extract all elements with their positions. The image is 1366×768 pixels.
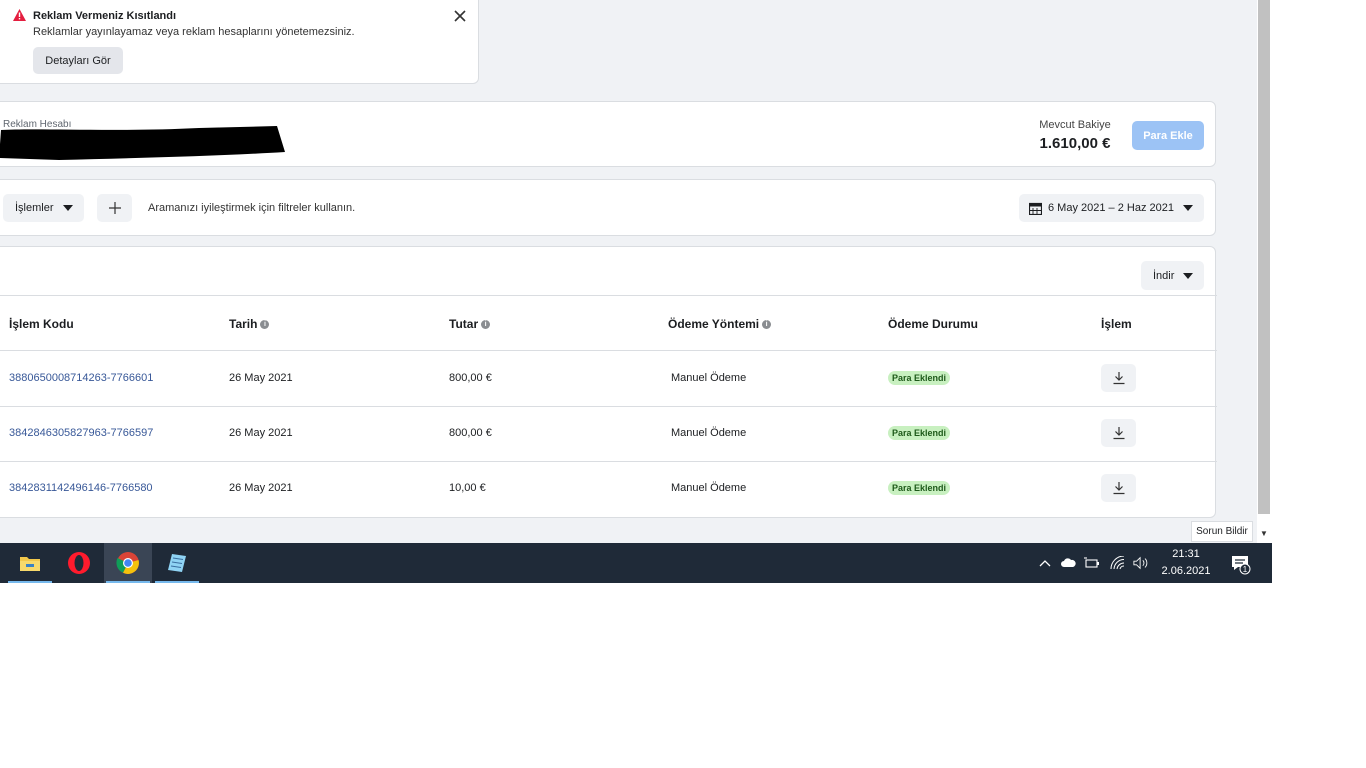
header-status: Ödeme Durumu [888, 317, 978, 331]
notification-icon: 1 [1232, 556, 1251, 575]
details-button[interactable]: Detayları Gör [33, 47, 123, 74]
scrollbar-thumb[interactable] [1258, 0, 1270, 514]
download-receipt-button[interactable] [1101, 474, 1136, 502]
transactions-table: İndir İşlem Kodu Tarih i Tutar i Ödeme Yön… [0, 246, 1217, 518]
active-indicator [106, 581, 150, 583]
redacted-account-name [0, 126, 285, 160]
payment-method: Manuel Ödeme [671, 427, 747, 439]
header-status-label: Ödeme Durumu [888, 317, 979, 331]
report-problem-button[interactable]: Sorun Bildir [1191, 521, 1253, 542]
transaction-code-link[interactable]: 3842846305827963-7766597 [9, 427, 153, 439]
table-row: 3880650008714263-7766601 26 May 2021 800… [0, 351, 1217, 406]
scroll-down-arrow-icon[interactable]: ▼ [1257, 524, 1271, 543]
transaction-amount: 800,00 € [449, 372, 492, 384]
download-dropdown-label: İndir [1153, 269, 1175, 282]
download-icon [1113, 372, 1124, 385]
date-range-picker[interactable]: 6 May 2021 – 2 Haz 2021 [1019, 194, 1204, 222]
download-receipt-button[interactable] [1101, 419, 1136, 447]
transaction-code-link[interactable]: 3880650008714263-7766601 [9, 372, 153, 384]
restriction-alert: Reklam Vermeniz Kısıtlandı Reklamlar yay… [0, 0, 479, 84]
active-indicator [155, 581, 199, 583]
taskbar-file-explorer[interactable] [6, 543, 54, 583]
header-date: Tarih i [229, 317, 270, 331]
add-filter-button[interactable] [97, 194, 132, 222]
transaction-amount: 800,00 € [449, 427, 492, 439]
warning-icon [13, 9, 26, 21]
download-receipt-button[interactable] [1101, 364, 1136, 392]
header-code: İşlem Kodu [9, 317, 74, 331]
notification-center[interactable]: 1 [1230, 553, 1252, 575]
alert-title: Reklam Vermeniz Kısıtlandı [33, 10, 177, 22]
browser-viewport: Reklam Vermeniz Kısıtlandı Reklamlar yay… [0, 0, 1257, 543]
account-summary: Reklam Hesabı Mevcut Bakiye 1.610,00 € P… [0, 101, 1216, 167]
table-row: 3842831142496146-7766580 26 May 2021 10,… [0, 461, 1217, 516]
balance-label: Mevcut Bakiye [1039, 119, 1111, 131]
caret-down-icon [1183, 273, 1193, 279]
calendar-icon [1029, 202, 1042, 215]
header-amount-label: Tutar [449, 317, 479, 331]
filter-hint: Aramanızı iyileştirmek için filtreler ku… [148, 202, 356, 214]
opera-icon [68, 552, 90, 574]
header-method: Ödeme Yöntemi i [668, 317, 772, 331]
close-icon[interactable] [453, 9, 467, 23]
plus-icon [108, 202, 121, 214]
wifi-icon[interactable] [1110, 555, 1126, 571]
caret-down-icon [63, 205, 73, 211]
header-action-label: İşlem [1101, 317, 1132, 331]
status-badge: Para Eklendi [888, 481, 951, 495]
add-money-button[interactable]: Para Ekle [1132, 121, 1204, 150]
windows-taskbar: 21:31 2.06.2021 1 [0, 543, 1272, 583]
balance-value: 1.610,00 € [1039, 135, 1111, 152]
table-row: 3842846305827963-7766597 26 May 2021 800… [0, 406, 1217, 461]
transaction-date: 26 May 2021 [229, 427, 293, 439]
transaction-amount: 10,00 € [449, 482, 486, 494]
divider [0, 295, 1217, 296]
info-icon[interactable]: i [260, 319, 270, 329]
active-indicator [8, 581, 52, 583]
notification-count: 1 [1243, 565, 1248, 574]
taskbar-chrome[interactable] [104, 543, 152, 583]
download-icon [1113, 482, 1124, 495]
alert-text: Reklamlar yayınlayamaz veya reklam hesap… [33, 26, 355, 38]
header-method-label: Ödeme Yöntemi [668, 317, 760, 331]
payment-method: Manuel Ödeme [671, 482, 747, 494]
header-amount: Tutar i [449, 317, 491, 331]
notepad-icon [168, 554, 186, 572]
header-date-label: Tarih [229, 317, 258, 331]
transactions-dropdown-label: İşlemler [15, 202, 54, 214]
info-icon[interactable]: i [481, 319, 491, 329]
payment-method: Manuel Ödeme [671, 372, 747, 384]
chrome-icon [116, 552, 139, 574]
battery-plug-icon[interactable] [1084, 555, 1100, 571]
file-explorer-icon [20, 557, 40, 571]
onedrive-cloud-icon[interactable] [1060, 555, 1076, 571]
chevron-up-icon[interactable] [1037, 555, 1053, 571]
download-icon [1113, 427, 1124, 440]
caret-down-icon [1183, 205, 1193, 211]
date-range-label: 6 May 2021 – 2 Haz 2021 [1048, 202, 1174, 214]
header-action: İşlem [1101, 317, 1132, 331]
header-code-label: İşlem Kodu [9, 317, 74, 331]
status-badge: Para Eklendi [888, 371, 951, 385]
transaction-code-link[interactable]: 3842831142496146-7766580 [9, 482, 153, 494]
clock-date[interactable]: 2.06.2021 [1158, 565, 1214, 577]
taskbar-opera[interactable] [55, 543, 103, 583]
filter-bar: İşlemler Aramanızı iyileştirmek için fil… [0, 179, 1216, 236]
info-icon[interactable]: i [762, 319, 772, 329]
transactions-dropdown[interactable]: İşlemler [3, 194, 84, 222]
transaction-date: 26 May 2021 [229, 482, 293, 494]
status-badge: Para Eklendi [888, 426, 951, 440]
transaction-date: 26 May 2021 [229, 372, 293, 384]
download-dropdown[interactable]: İndir [1141, 261, 1204, 290]
clock-time[interactable]: 21:31 [1162, 548, 1210, 560]
volume-icon[interactable] [1133, 555, 1149, 571]
taskbar-notepad[interactable] [153, 543, 201, 583]
